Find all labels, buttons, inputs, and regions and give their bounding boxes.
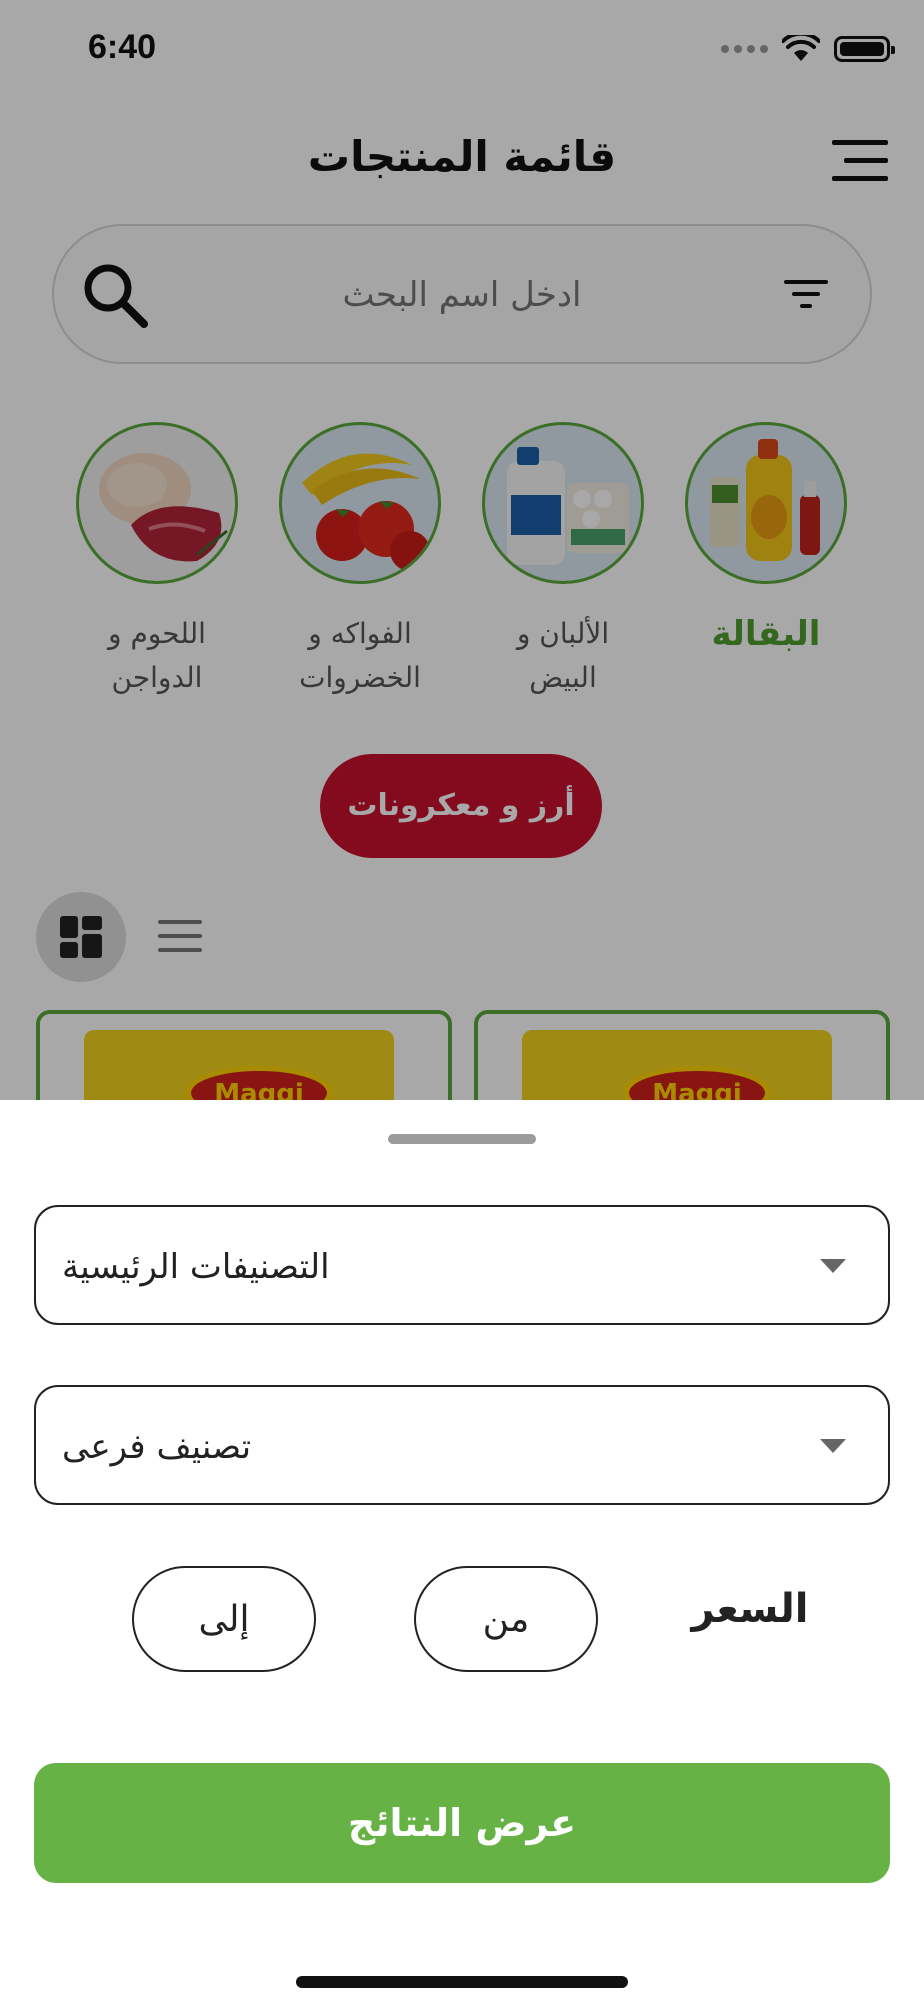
price-from-input[interactable] <box>414 1566 598 1672</box>
chevron-down-icon <box>820 1259 846 1273</box>
price-to-input[interactable] <box>132 1566 316 1672</box>
main-category-value: التصنيفات الرئيسية <box>62 1247 330 1287</box>
sub-category-value: تصنيف فرعى <box>62 1427 252 1467</box>
price-label: السعر <box>691 1586 809 1632</box>
sheet-drag-handle[interactable] <box>388 1134 536 1144</box>
filter-bottom-sheet: التصنيفات الرئيسية تصنيف فرعى السعر عرض … <box>0 1100 924 2000</box>
chevron-down-icon <box>820 1439 846 1453</box>
show-results-button[interactable]: عرض النتائج <box>34 1763 890 1883</box>
home-indicator[interactable] <box>296 1976 628 1988</box>
main-category-dropdown[interactable]: التصنيفات الرئيسية <box>34 1205 890 1325</box>
modal-backdrop[interactable] <box>0 0 924 1100</box>
sub-category-dropdown[interactable]: تصنيف فرعى <box>34 1385 890 1505</box>
